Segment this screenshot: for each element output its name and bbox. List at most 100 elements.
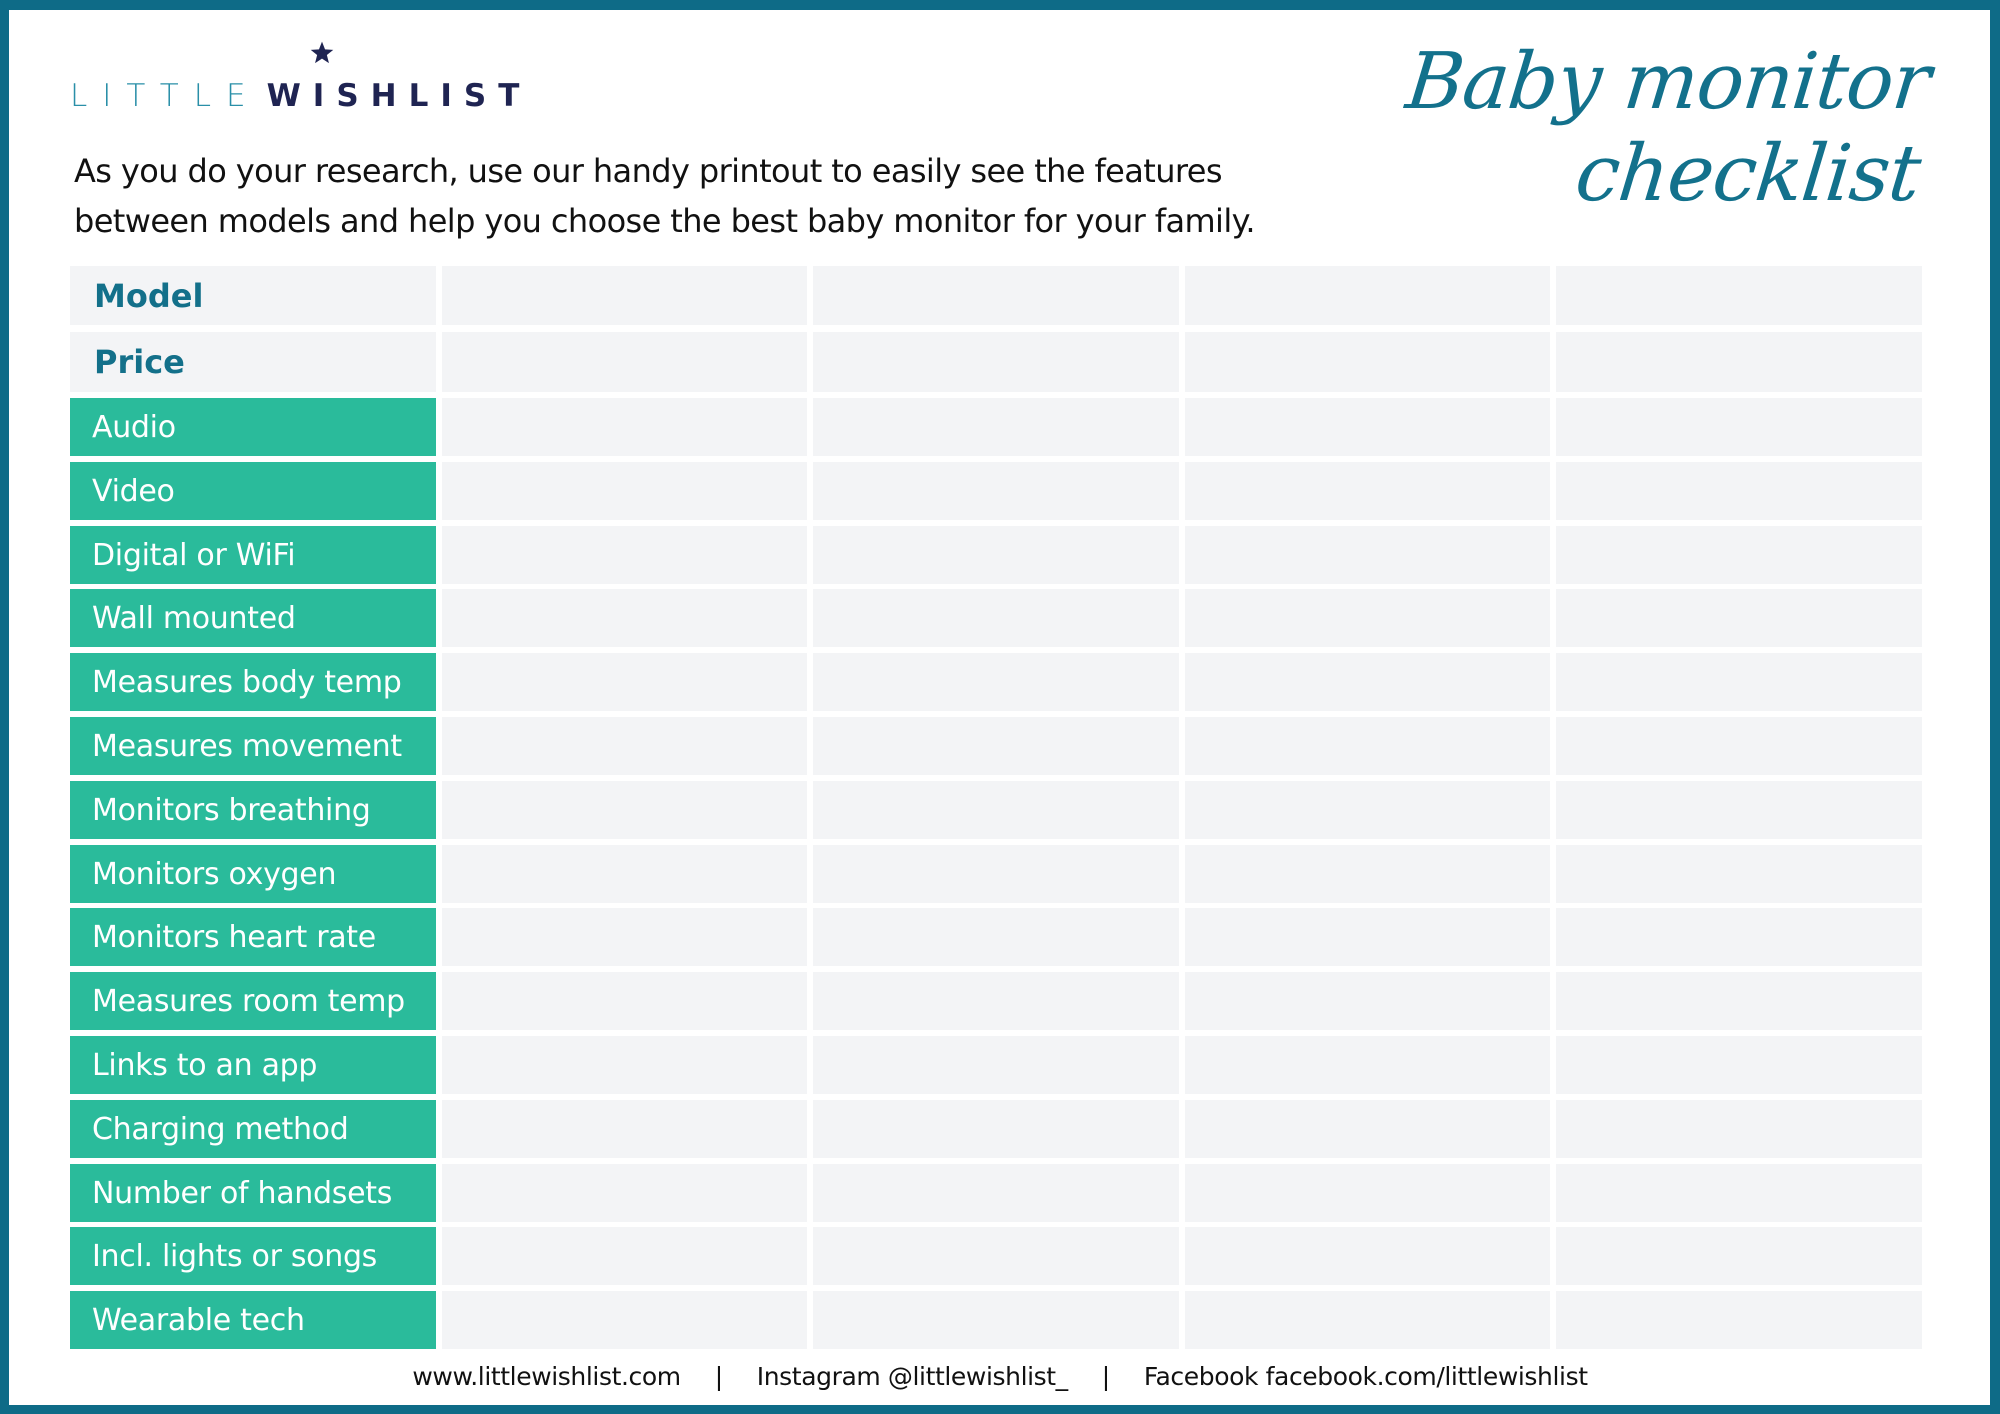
footer: www.littlewishlist.com | Instagram @little…	[0, 1362, 2000, 1391]
entry-cell-digital-or-wifi-model-1[interactable]	[442, 526, 807, 584]
entry-cell-monitors-heart-rate-model-1[interactable]	[442, 908, 807, 966]
entry-cell-model-model-1[interactable]	[442, 266, 807, 325]
entry-cell-wall-mounted-model-2[interactable]	[813, 589, 1179, 647]
entry-cell-audio-model-2[interactable]	[813, 398, 1179, 456]
entry-cell-video-model-3[interactable]	[1185, 462, 1550, 520]
entry-cell-measures-body-temp-model-4[interactable]	[1556, 653, 1922, 711]
entry-cell-model-model-4[interactable]	[1556, 266, 1922, 325]
entry-cell-measures-room-temp-model-3[interactable]	[1185, 972, 1550, 1030]
entry-cell-wearable-tech-model-1[interactable]	[442, 1291, 807, 1349]
entry-cell-measures-body-temp-model-1[interactable]	[442, 653, 807, 711]
entry-cell-charging-method-model-2[interactable]	[813, 1100, 1179, 1158]
entry-cell-monitors-breathing-model-2[interactable]	[813, 781, 1179, 839]
entry-cell-wearable-tech-model-2[interactable]	[813, 1291, 1179, 1349]
entry-cell-measures-room-temp-model-4[interactable]	[1556, 972, 1922, 1030]
logo-text-little: LITTLE	[70, 78, 261, 114]
footer-facebook[interactable]: Facebook facebook.com/littlewishlist	[1144, 1362, 1588, 1391]
entry-cell-video-model-2[interactable]	[813, 462, 1179, 520]
entry-cell-video-model-1[interactable]	[442, 462, 807, 520]
entry-cell-model-model-2[interactable]	[813, 266, 1179, 325]
entry-cell-measures-body-temp-model-2[interactable]	[813, 653, 1179, 711]
entry-cell-measures-room-temp-model-1[interactable]	[442, 972, 807, 1030]
footer-instagram[interactable]: Instagram @littlewishlist_	[757, 1362, 1068, 1391]
entry-cell-wall-mounted-model-1[interactable]	[442, 589, 807, 647]
feature-label-measures-body-temp: Measures body temp	[70, 653, 436, 711]
entry-cell-monitors-heart-rate-model-3[interactable]	[1185, 908, 1550, 966]
entry-cell-wall-mounted-model-3[interactable]	[1185, 589, 1550, 647]
entry-cell-incl-lights-or-songs-model-1[interactable]	[442, 1227, 807, 1285]
entry-cell-monitors-oxygen-model-4[interactable]	[1556, 845, 1922, 903]
feature-label-charging-method: Charging method	[70, 1100, 436, 1158]
entry-cell-measures-room-temp-model-2[interactable]	[813, 972, 1179, 1030]
feature-label-digital-or-wifi: Digital or WiFi	[70, 526, 436, 584]
entry-cell-price-model-1[interactable]	[442, 332, 807, 392]
footer-separator: |	[1101, 1362, 1110, 1391]
entry-cell-monitors-oxygen-model-1[interactable]	[442, 845, 807, 903]
entry-cell-links-to-an-app-model-1[interactable]	[442, 1036, 807, 1094]
title-line-2: checklist	[1571, 129, 1924, 219]
intro-line-2: between models and help you choose the b…	[74, 202, 1256, 240]
entry-cell-price-model-2[interactable]	[813, 332, 1179, 392]
entry-cell-audio-model-4[interactable]	[1556, 398, 1922, 456]
feature-label-measures-room-temp: Measures room temp	[70, 972, 436, 1030]
feature-label-audio: Audio	[70, 398, 436, 456]
page-title: Baby monitor checklist	[1392, 36, 1934, 220]
entry-cell-links-to-an-app-model-2[interactable]	[813, 1036, 1179, 1094]
intro-line-1: As you do your research, use our handy p…	[74, 152, 1223, 190]
entry-cell-incl-lights-or-songs-model-3[interactable]	[1185, 1227, 1550, 1285]
entry-cell-links-to-an-app-model-4[interactable]	[1556, 1036, 1922, 1094]
brand-logo: LITTLE WISHLIST	[70, 78, 531, 114]
entry-cell-measures-body-temp-model-3[interactable]	[1185, 653, 1550, 711]
entry-cell-monitors-heart-rate-model-4[interactable]	[1556, 908, 1922, 966]
entry-cell-number-of-handsets-model-3[interactable]	[1185, 1164, 1550, 1222]
entry-cell-monitors-breathing-model-1[interactable]	[442, 781, 807, 839]
header-label-model: Model	[70, 266, 436, 325]
entry-cell-incl-lights-or-songs-model-2[interactable]	[813, 1227, 1179, 1285]
entry-cell-monitors-heart-rate-model-2[interactable]	[813, 908, 1179, 966]
logo-text-wishlist: WISHLIST	[266, 78, 532, 114]
feature-label-video: Video	[70, 462, 436, 520]
entry-cell-digital-or-wifi-model-4[interactable]	[1556, 526, 1922, 584]
intro-paragraph: As you do your research, use our handy p…	[74, 146, 1374, 246]
feature-label-measures-movement: Measures movement	[70, 717, 436, 775]
entry-cell-links-to-an-app-model-3[interactable]	[1185, 1036, 1550, 1094]
entry-cell-wearable-tech-model-4[interactable]	[1556, 1291, 1922, 1349]
feature-label-links-to-an-app: Links to an app	[70, 1036, 436, 1094]
entry-cell-measures-movement-model-3[interactable]	[1185, 717, 1550, 775]
feature-label-incl-lights-or-songs: Incl. lights or songs	[70, 1227, 436, 1285]
entry-cell-measures-movement-model-1[interactable]	[442, 717, 807, 775]
feature-label-monitors-oxygen: Monitors oxygen	[70, 845, 436, 903]
entry-cell-price-model-4[interactable]	[1556, 332, 1922, 392]
title-line-1: Baby monitor	[1401, 37, 1934, 127]
entry-cell-wall-mounted-model-4[interactable]	[1556, 589, 1922, 647]
entry-cell-monitors-oxygen-model-3[interactable]	[1185, 845, 1550, 903]
entry-cell-incl-lights-or-songs-model-4[interactable]	[1556, 1227, 1922, 1285]
entry-cell-model-model-3[interactable]	[1185, 266, 1550, 325]
feature-label-monitors-heart-rate: Monitors heart rate	[70, 908, 436, 966]
entry-cell-number-of-handsets-model-1[interactable]	[442, 1164, 807, 1222]
footer-separator: |	[714, 1362, 723, 1391]
entry-cell-number-of-handsets-model-4[interactable]	[1556, 1164, 1922, 1222]
entry-cell-charging-method-model-4[interactable]	[1556, 1100, 1922, 1158]
entry-cell-monitors-breathing-model-3[interactable]	[1185, 781, 1550, 839]
feature-label-monitors-breathing: Monitors breathing	[70, 781, 436, 839]
entry-cell-price-model-3[interactable]	[1185, 332, 1550, 392]
entry-cell-measures-movement-model-4[interactable]	[1556, 717, 1922, 775]
entry-cell-video-model-4[interactable]	[1556, 462, 1922, 520]
feature-label-wearable-tech: Wearable tech	[70, 1291, 436, 1349]
entry-cell-wearable-tech-model-3[interactable]	[1185, 1291, 1550, 1349]
entry-cell-digital-or-wifi-model-2[interactable]	[813, 526, 1179, 584]
entry-cell-measures-movement-model-2[interactable]	[813, 717, 1179, 775]
entry-cell-charging-method-model-3[interactable]	[1185, 1100, 1550, 1158]
entry-cell-charging-method-model-1[interactable]	[442, 1100, 807, 1158]
feature-label-wall-mounted: Wall mounted	[70, 589, 436, 647]
feature-label-number-of-handsets: Number of handsets	[70, 1164, 436, 1222]
entry-cell-digital-or-wifi-model-3[interactable]	[1185, 526, 1550, 584]
entry-cell-monitors-breathing-model-4[interactable]	[1556, 781, 1922, 839]
entry-cell-number-of-handsets-model-2[interactable]	[813, 1164, 1179, 1222]
entry-cell-audio-model-3[interactable]	[1185, 398, 1550, 456]
entry-cell-monitors-oxygen-model-2[interactable]	[813, 845, 1179, 903]
footer-website[interactable]: www.littlewishlist.com	[412, 1362, 681, 1391]
star-icon	[310, 41, 334, 64]
entry-cell-audio-model-1[interactable]	[442, 398, 807, 456]
